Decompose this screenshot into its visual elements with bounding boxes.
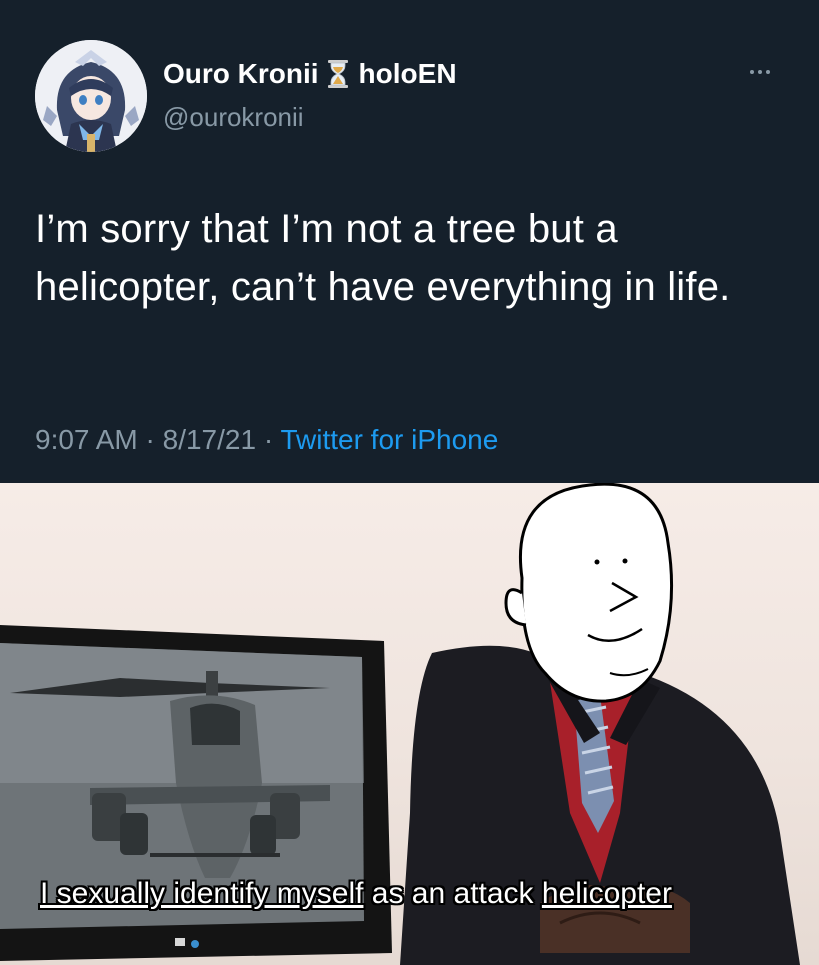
display-name-suffix: holoEN [358,58,457,89]
user-info: Ouro Kronii holoEN @ourokronii [163,58,457,133]
meme-caption: I sexually identify myself as an attack … [40,877,672,911]
tweet-date[interactable]: 8/17/21 [163,424,256,455]
caption-part: helicopter [541,877,672,910]
user-handle[interactable]: @ourokronii [163,102,457,133]
display-name-text: Ouro Kronii [163,58,319,89]
tweet-card: Ouro Kronii holoEN @ourokronii I’m sorry… [0,0,819,483]
tweet-metadata: 9:07 AM · 8/17/21 · Twitter for iPhone [35,424,498,456]
meta-separator: · [263,424,274,455]
tweet-text: I’m sorry that I’m not a tree but a heli… [35,207,731,309]
caption-part: as an attack [363,877,542,910]
display-name[interactable]: Ouro Kronii holoEN [163,58,457,90]
more-options-icon[interactable] [750,62,780,82]
avatar-image [35,40,147,152]
caption-part: I sexually identify myself [40,877,364,910]
tweet-source-link[interactable]: Twitter for iPhone [280,424,498,455]
meme-image: I sexually identify myself as an attack … [0,483,819,965]
avatar[interactable] [35,40,147,152]
meta-separator: · [145,424,155,455]
hourglass-icon [327,59,349,89]
tweet-time[interactable]: 9:07 AM [35,424,138,455]
